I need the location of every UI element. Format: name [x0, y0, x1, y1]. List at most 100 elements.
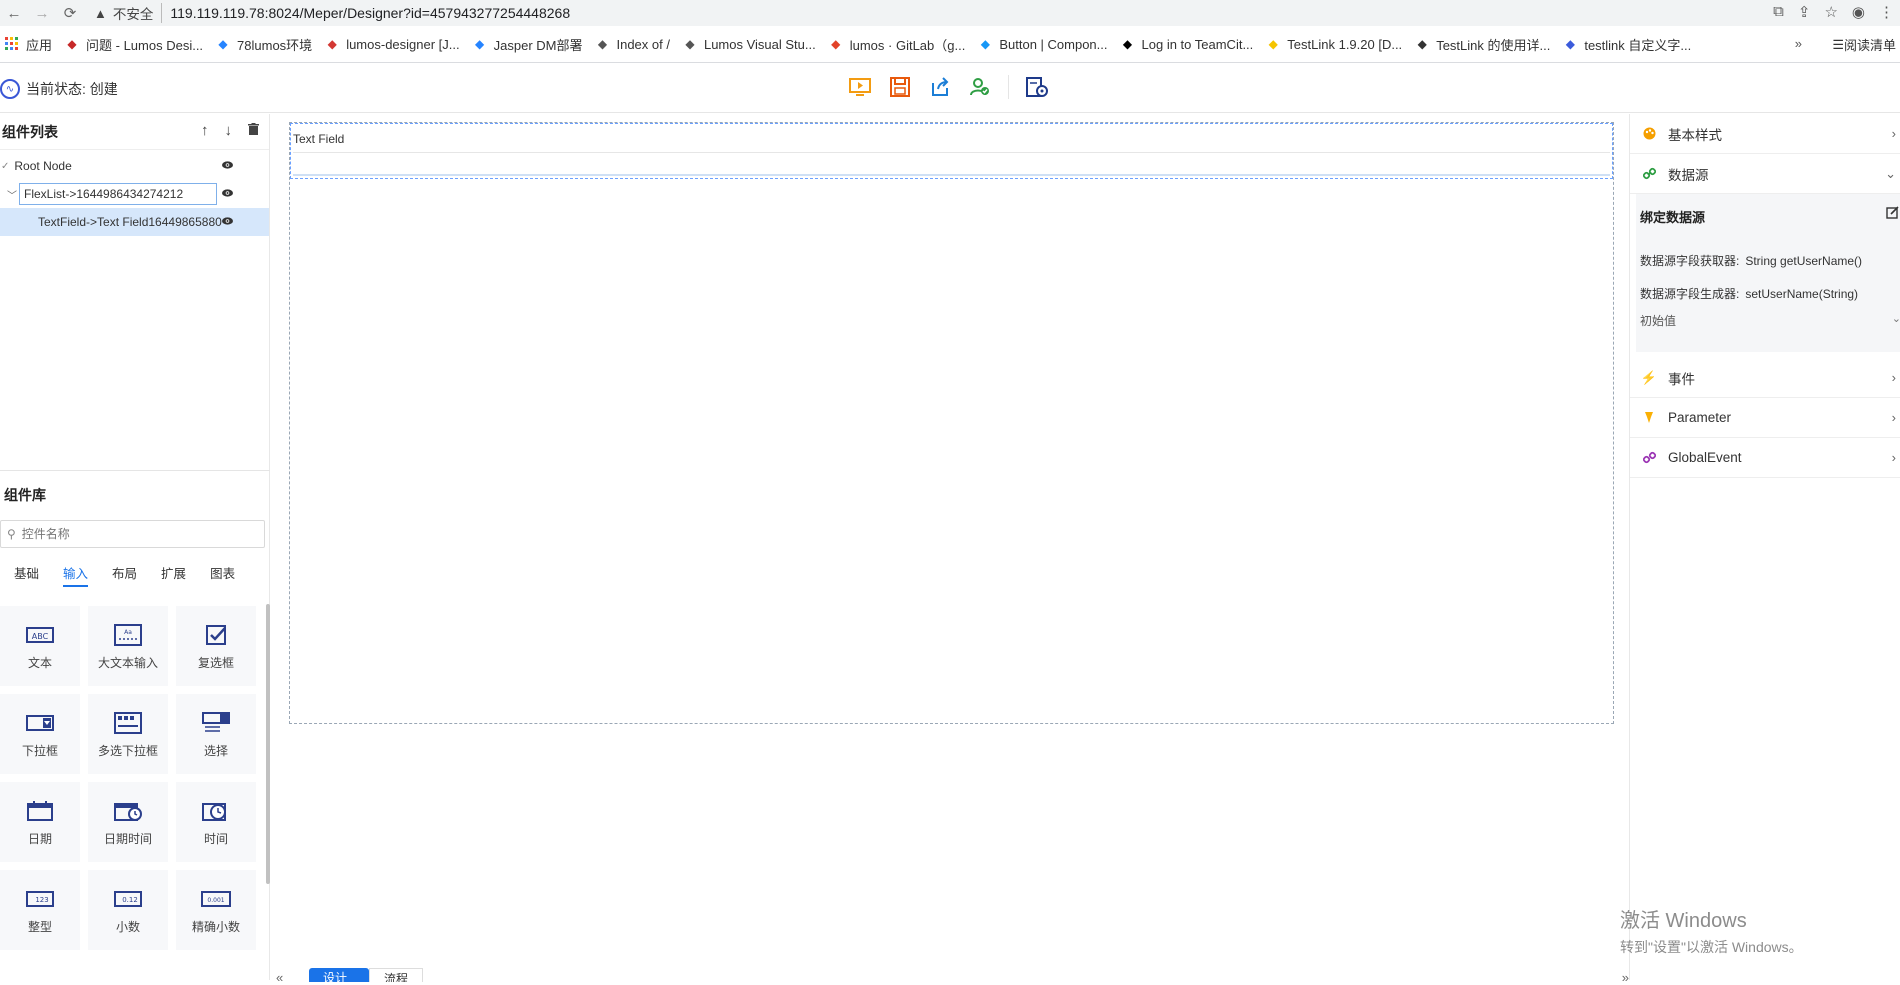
bookmark-item[interactable]: ◆ lumos · GitLab（g...	[828, 35, 965, 54]
section-label: 事件	[1668, 371, 1695, 387]
dropdown-icon	[26, 710, 54, 736]
bookmark-item[interactable]: ◆ testlink 自定义字...	[1562, 35, 1692, 54]
component-precise-decimal[interactable]: 0.001 精确小数	[176, 870, 256, 950]
address-field[interactable]: ▲ 不安全 119.119.119.78:8024/Meper/Designer…	[94, 2, 570, 24]
eye-icon[interactable]	[222, 158, 233, 172]
bookmark-item[interactable]: ◆ TestLink 1.9.20 [D...	[1265, 35, 1403, 54]
apps-grid-icon	[4, 36, 20, 52]
export-button[interactable]	[928, 75, 952, 99]
component-search[interactable]: ⚲	[0, 520, 265, 548]
url-text[interactable]: 119.119.119.78:8024/Meper/Designer?id=45…	[170, 5, 570, 21]
section-parameter[interactable]: Parameter ›	[1630, 398, 1900, 438]
bookmarks-more-icon[interactable]: »	[1795, 36, 1802, 51]
bookmark-item[interactable]: ◆ Log in to TeamCit...	[1120, 35, 1253, 54]
textfield-label: Text Field	[293, 132, 345, 146]
save-button[interactable]	[888, 75, 912, 99]
component-date[interactable]: 日期	[0, 782, 80, 862]
delete-icon[interactable]	[248, 122, 259, 139]
reading-list-button[interactable]: ☰ 阅读清单	[1832, 35, 1896, 54]
lightning-icon: ⚡	[1640, 369, 1658, 385]
chevron-down-icon[interactable]: ⌄	[1892, 312, 1900, 325]
textfield-component[interactable]: Text Field	[290, 123, 1613, 179]
component-select[interactable]: 选择	[176, 694, 256, 774]
svg-text:0.12: 0.12	[122, 896, 138, 904]
tab-extension[interactable]: 扩展	[161, 559, 186, 589]
component-integer[interactable]: 123 整型	[0, 870, 80, 950]
tab-input[interactable]: 输入	[63, 559, 89, 589]
section-basic-style[interactable]: 基本样式 ›	[1630, 114, 1900, 154]
section-datasource[interactable]: 数据源 ⌄	[1630, 154, 1900, 194]
user-check-icon	[970, 78, 989, 96]
component-multi-dropdown[interactable]: 多选下拉框	[88, 694, 168, 774]
component-list-title: 组件列表	[2, 123, 58, 140]
collapse-right-icon[interactable]: »	[1622, 970, 1629, 985]
bookmark-item[interactable]: ◆ 78lumos环境	[215, 35, 312, 54]
tree-node-flexlist[interactable]: ﹀ FlexList->1644986434274212	[0, 180, 269, 208]
svg-text:0.001: 0.001	[207, 897, 224, 904]
bookmark-item[interactable]: ◆ lumos-designer [J...	[324, 35, 460, 54]
time-icon	[202, 798, 230, 824]
move-down-icon[interactable]: ↓	[225, 122, 233, 139]
eye-icon[interactable]	[222, 186, 233, 200]
translate-icon[interactable]: ⧉	[1773, 3, 1784, 21]
tree-node-label: TextField->Text Field16449865880	[38, 215, 222, 229]
bookmark-item[interactable]: ◆ Jasper DM部署	[472, 35, 582, 54]
eye-icon[interactable]	[222, 214, 233, 228]
setter-label: 数据源字段生成器:	[1640, 287, 1740, 301]
component-dropdown[interactable]: 下拉框	[0, 694, 80, 774]
library-scrollbar[interactable]	[266, 604, 270, 884]
move-up-icon[interactable]: ↑	[201, 122, 209, 139]
section-label: 基本样式	[1668, 127, 1722, 143]
precise-decimal-icon: 0.001	[201, 886, 231, 912]
component-text[interactable]: ABC 文本	[0, 606, 80, 686]
component-textarea[interactable]: Aa 大文本输入	[88, 606, 168, 686]
tab-basic[interactable]: 基础	[14, 559, 39, 589]
windows-activation-watermark: 激活 Windows 转到"设置"以激活 Windows。	[1620, 904, 1803, 957]
component-datetime[interactable]: 日期时间	[88, 782, 168, 862]
bookmark-apps[interactable]: 应用	[4, 35, 52, 54]
textfield-input[interactable]	[293, 152, 1610, 176]
browser-address-bar: ← → ⟳ ▲ 不安全 119.119.119.78:8024/Meper/De…	[0, 0, 1900, 26]
design-canvas-area: Text Field « 设计 流程 »	[271, 114, 1629, 985]
section-global-event[interactable]: GlobalEvent ›	[1630, 438, 1900, 478]
preview-button[interactable]	[848, 75, 872, 99]
datetime-icon	[114, 798, 142, 824]
jira-icon: ◆	[475, 37, 485, 51]
component-time[interactable]: 时间	[176, 782, 256, 862]
collapse-left-icon[interactable]: «	[276, 970, 283, 985]
forward-icon[interactable]: →	[28, 5, 56, 22]
component-search-input[interactable]	[21, 527, 242, 541]
bookmark-item[interactable]: ◆ Button | Compon...	[977, 35, 1108, 54]
tab-layout[interactable]: 布局	[112, 559, 137, 589]
bookmark-label: testlink 自定义字...	[1584, 37, 1692, 53]
bookmark-item[interactable]: ◆ TestLink 的使用详...	[1414, 35, 1551, 54]
initial-value-label[interactable]: 初始值	[1640, 312, 1676, 329]
pin-icon	[1642, 411, 1656, 424]
tree-node-root[interactable]: ✓ Root Node	[0, 152, 269, 180]
chevron-right-icon: ›	[1891, 410, 1896, 425]
share-icon[interactable]: ⇪	[1798, 3, 1811, 21]
properties-panel: 基本样式 › 数据源 ⌄ 绑定数据源 数据源字段获取器: String getUs…	[1629, 114, 1900, 980]
settings-document-button[interactable]	[1025, 75, 1049, 99]
component-decimal[interactable]: 0.12 小数	[88, 870, 168, 950]
back-icon[interactable]: ←	[0, 5, 28, 22]
svg-text:123: 123	[35, 896, 48, 904]
bookmark-item[interactable]: ◆ 问题 - Lumos Desi...	[64, 35, 203, 54]
flexlist-container[interactable]: Text Field	[289, 122, 1614, 724]
getter-row: 数据源字段获取器: String getUserName()	[1640, 252, 1862, 269]
profile-icon[interactable]: ◉	[1852, 3, 1865, 21]
tab-chart[interactable]: 图表	[210, 559, 235, 589]
link-icon	[1642, 167, 1656, 180]
section-events[interactable]: ⚡ 事件 ›	[1630, 358, 1900, 398]
user-check-button[interactable]	[968, 75, 992, 99]
bookmark-item[interactable]: ◆ Index of /	[594, 35, 670, 54]
vuetify-icon: ◆	[980, 37, 990, 51]
chevron-right-icon: ›	[1891, 370, 1896, 385]
menu-icon[interactable]: ⋮	[1879, 3, 1894, 21]
reload-icon[interactable]: ⟳	[56, 4, 84, 22]
tree-node-textfield[interactable]: TextField->Text Field16449865880	[0, 208, 269, 236]
star-icon[interactable]: ☆	[1824, 3, 1837, 21]
bookmark-item[interactable]: ◆ Lumos Visual Stu...	[682, 35, 815, 54]
edit-icon[interactable]	[1886, 206, 1899, 224]
component-checkbox[interactable]: 复选框	[176, 606, 256, 686]
